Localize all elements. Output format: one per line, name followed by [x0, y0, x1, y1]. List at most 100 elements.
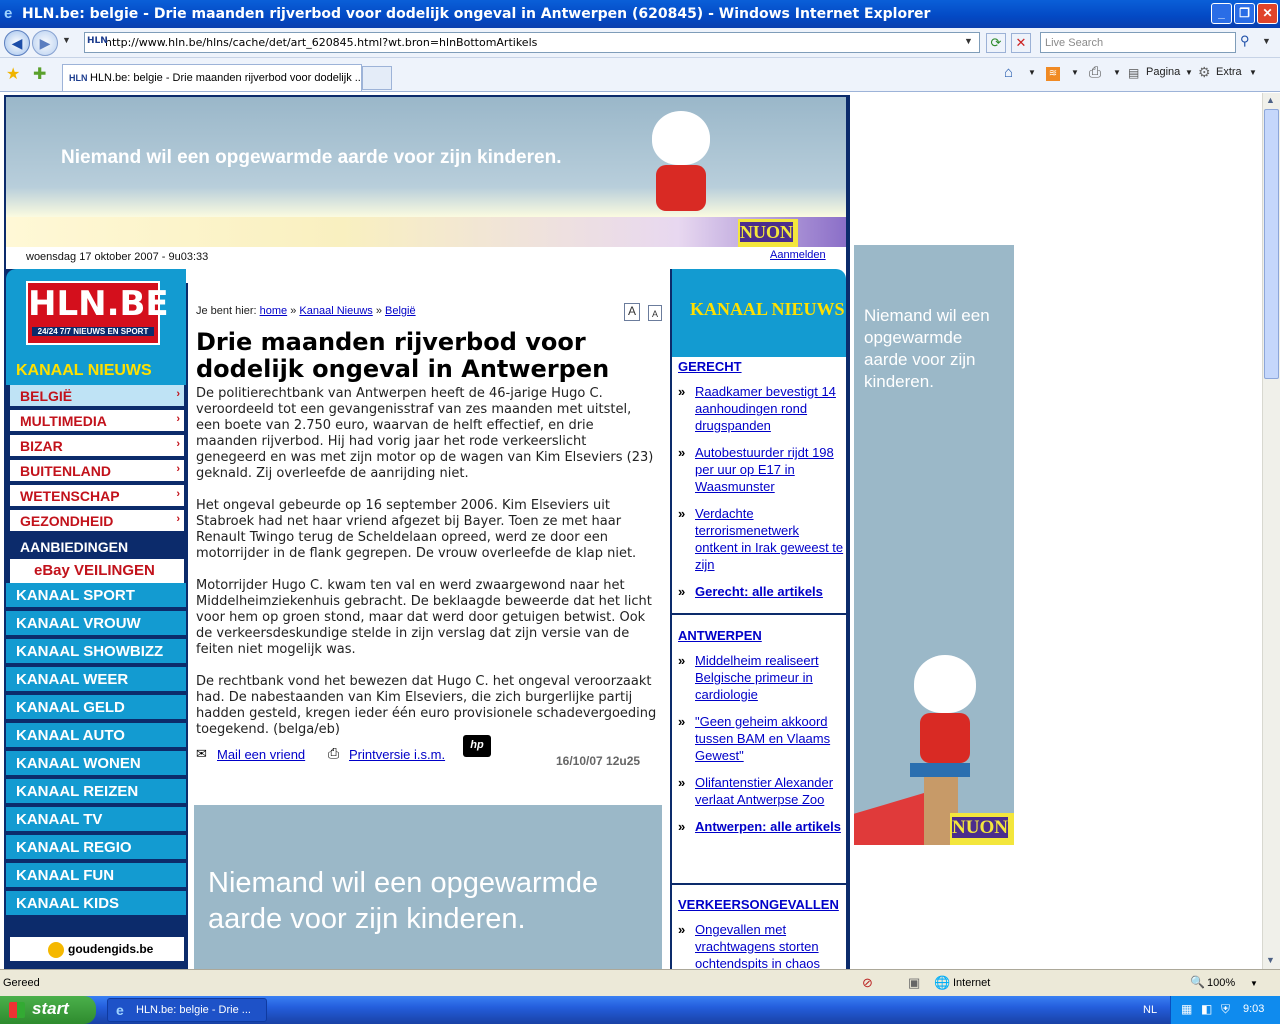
scrollbar-thumb[interactable] [1264, 109, 1279, 379]
rss-feed-icon[interactable]: ≋ [1046, 67, 1060, 81]
list-item[interactable]: » Middelheim realiseert Belgische primeur… [678, 652, 844, 703]
home-dropdown-icon[interactable]: ▼ [1028, 68, 1036, 77]
list-item[interactable]: » Raadkamer bevestigt 14 aanhoudingen ron… [678, 383, 844, 434]
url-field[interactable]: HLN http://www.hln.be/hlns/cache/det/art… [84, 32, 980, 53]
zoom-dropdown-icon[interactable]: ▼ [1250, 979, 1258, 988]
nav-kanaal-regio[interactable]: KANAAL REGIO [6, 835, 186, 861]
nav-sub-buitenland[interactable]: BUITENLAND › [10, 460, 184, 483]
nav-kanaal-showbizz[interactable]: KANAAL SHOWBIZZ [6, 639, 186, 665]
history-dropdown-icon[interactable]: ▼ [62, 35, 71, 45]
tools-gear-icon: ⚙ [1198, 64, 1211, 80]
favorites-star-icon[interactable]: ★ [6, 64, 20, 84]
login-link[interactable]: Aanmelden [770, 249, 826, 261]
nav-sub-wetenschap[interactable]: WETENSCHAP › [10, 485, 184, 508]
title-bar: e HLN.be: belgie - Drie maanden rijverbo… [0, 0, 1280, 28]
add-favorite-icon[interactable]: ✚ [33, 64, 46, 84]
stop-icon[interactable]: ✕ [1011, 33, 1031, 53]
list-item[interactable]: » Olifantenstier Alexander verlaat Antwer… [678, 774, 844, 808]
chevron-right-icon: › [176, 413, 180, 425]
zoom-level[interactable]: 100% [1207, 977, 1235, 989]
mail-envelope-icon: ✉ [196, 746, 207, 761]
nav-kanaal-weer[interactable]: KANAAL WEER [6, 667, 186, 693]
vertical-scrollbar[interactable]: ▲ ▼ [1262, 93, 1280, 969]
goudengids-logo[interactable]: goudengids.be [10, 935, 184, 961]
breadcrumb-belgie[interactable]: België [385, 305, 416, 317]
page-menu[interactable]: Pagina [1146, 66, 1180, 78]
restore-button[interactable]: ❐ [1234, 3, 1255, 24]
nav-kanaal-reizen[interactable]: KANAAL REIZEN [6, 779, 186, 805]
section-gerecht-title[interactable]: GERECHT [678, 359, 742, 374]
font-decrease-icon[interactable]: A [648, 305, 662, 321]
list-item[interactable]: » Antwerpen: alle artikels [678, 818, 844, 835]
new-tab-button[interactable] [362, 66, 392, 90]
hln-page: Niemand wil een opgewarmde aarde voor zi… [4, 95, 850, 969]
close-button[interactable]: ✕ [1257, 3, 1278, 24]
mail-friend-link[interactable]: Mail een vriend [217, 747, 305, 762]
search-options-icon[interactable]: ▼ [1262, 36, 1271, 46]
search-input[interactable]: Live Search [1040, 32, 1236, 53]
popup-blocker-icon[interactable]: ⊘ [862, 975, 873, 991]
nav-sub-bizar[interactable]: BIZAR › [10, 435, 184, 458]
tray-security-icon[interactable]: ⛨ [1221, 1002, 1230, 1017]
breadcrumb-home[interactable]: home [260, 305, 288, 317]
bottom-banner-ad[interactable]: Niemand wil een opgewarmde aarde voor zi… [194, 805, 662, 969]
page-dropdown-icon[interactable]: ▼ [1185, 68, 1193, 77]
protected-mode-icon: ▣ [908, 975, 921, 990]
nav-kanaal-auto[interactable]: KANAAL AUTO [6, 723, 186, 749]
taskbar-ie-window[interactable]: e HLN.be: belgie - Drie ... [107, 998, 267, 1022]
nav-kanaal-vrouw[interactable]: KANAAL VROUW [6, 611, 186, 637]
print-icon[interactable]: ⎙ [1089, 64, 1101, 81]
hp-logo-icon[interactable]: hp [463, 735, 491, 757]
antwerpen-list: » Middelheim realiseert Belgische primeur… [678, 652, 844, 845]
chevron-right-icon: › [176, 488, 180, 500]
print-version-link[interactable]: Printversie i.s.m. [349, 747, 445, 762]
nav-sub-belgie[interactable]: BELGIË › [10, 385, 184, 408]
list-item[interactable]: » Verdachte terrorismenetwerk ontkent in … [678, 505, 844, 573]
print-dropdown-icon[interactable]: ▼ [1113, 68, 1121, 77]
list-item[interactable]: » Ongevallen met vrachtwagens storten och… [678, 921, 844, 969]
tools-dropdown-icon[interactable]: ▼ [1249, 68, 1257, 77]
nav-sub-gezondheid[interactable]: GEZONDHEID › [10, 510, 184, 533]
tab-active[interactable]: HLN HLN.be: belgie - Drie maanden rijver… [62, 64, 362, 91]
section-antwerpen-title[interactable]: ANTWERPEN [678, 628, 762, 643]
search-icon[interactable]: ⚲ [1240, 33, 1250, 49]
tray-volume-icon[interactable]: ◧ [1201, 1002, 1212, 1016]
breadcrumb-kanaal-nieuws[interactable]: Kanaal Nieuws [299, 305, 372, 317]
nav-kanaal-wonen[interactable]: KANAAL WONEN [6, 751, 186, 777]
forward-button[interactable]: ▶ [32, 30, 58, 56]
tools-menu[interactable]: Extra [1216, 66, 1242, 78]
breadcrumb: Je bent hier: home » Kanaal Nieuws » Bel… [196, 305, 416, 317]
nav-aanbiedingen[interactable]: AANBIEDINGEN [10, 535, 186, 559]
list-item[interactable]: » Gerecht: alle artikels [678, 583, 844, 600]
tray-network-icon[interactable]: ▦ [1181, 1002, 1192, 1016]
site-logo[interactable]: HLN.BE 24/24 7/7 NIEUWS EN SPORT [26, 281, 169, 345]
list-item[interactable]: » "Geen geheim akkoord tussen BAM en Vlaa… [678, 713, 844, 764]
scroll-up-icon[interactable]: ▲ [1266, 95, 1275, 105]
tab-favicon-icon: HLN [69, 73, 90, 83]
side-skyscraper-ad[interactable]: Niemand wil een opgewarmde aarde voor zi… [854, 245, 1014, 845]
nav-kanaal-geld[interactable]: KANAAL GELD [6, 695, 186, 721]
top-banner-ad[interactable]: Niemand wil een opgewarmde aarde voor zi… [6, 97, 846, 247]
minimize-button[interactable]: _ [1211, 3, 1232, 24]
nav-kanaal-kids[interactable]: KANAAL KIDS [6, 891, 186, 917]
font-increase-icon[interactable]: A [624, 303, 640, 321]
nav-kanaal-fun[interactable]: KANAAL FUN [6, 863, 186, 889]
nav-kanaal-sport[interactable]: KANAAL SPORT [6, 583, 186, 609]
home-icon[interactable]: ⌂ [1004, 64, 1013, 81]
refresh-icon[interactable]: ⟳ [986, 33, 1006, 53]
section-verkeersongevallen-title[interactable]: VERKEERSONGEVALLEN [678, 897, 839, 912]
language-indicator[interactable]: NL [1143, 1004, 1157, 1016]
url-dropdown-icon[interactable]: ▼ [964, 36, 973, 46]
start-button[interactable]: start [0, 996, 96, 1024]
ie-logo-icon: e [4, 5, 13, 22]
back-button[interactable]: ◀ [4, 30, 30, 56]
nav-kanaal-tv[interactable]: KANAAL TV [6, 807, 186, 833]
nav-ebay-veilingen[interactable]: eBay VEILINGEN [10, 559, 184, 583]
feed-dropdown-icon[interactable]: ▼ [1071, 68, 1079, 77]
list-item[interactable]: » Autobestuurder rijdt 198 per uur op E17… [678, 444, 844, 495]
date-bar: woensdag 17 oktober 2007 - 9u03:33 Aanme… [6, 247, 846, 269]
side-ad-nuon-logo: NUON [950, 813, 1014, 845]
scroll-down-icon[interactable]: ▼ [1266, 955, 1275, 965]
nav-kanaal-nieuws[interactable]: KANAAL NIEUWS [6, 357, 186, 385]
nav-sub-multimedia[interactable]: MULTIMEDIA › [10, 410, 184, 433]
